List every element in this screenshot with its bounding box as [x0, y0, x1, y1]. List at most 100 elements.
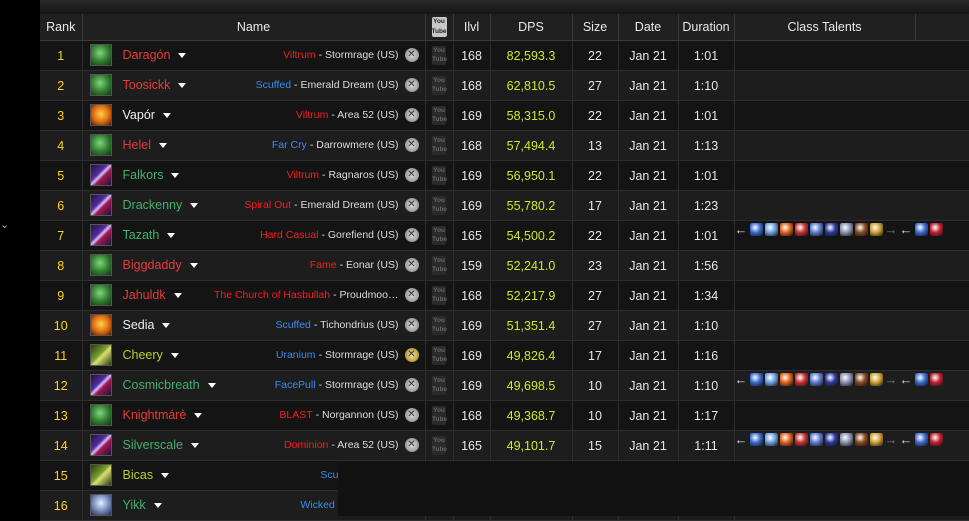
close-icon[interactable]: ✕ — [404, 378, 419, 392]
frost-ring-talent-icon[interactable] — [764, 432, 778, 446]
table-row[interactable]: 1 Daragón Viltrum Stormrage (US) ✕ You Tub… — [40, 40, 969, 71]
player-name[interactable]: Daragón — [123, 48, 187, 62]
class-spec-icon[interactable] — [89, 494, 112, 516]
arrow-right-grey-icon[interactable]: → — [885, 222, 898, 237]
blue-orb-talent-icon[interactable] — [749, 222, 763, 236]
chevron-down-icon[interactable] — [178, 83, 187, 89]
fire-burst-talent-icon[interactable] — [779, 432, 793, 446]
youtube-cell[interactable]: You Tube — [425, 160, 454, 191]
arrow-right-grey-icon[interactable]: → — [885, 372, 898, 387]
player-name-text[interactable]: Jahuldk — [123, 288, 166, 302]
dps-header[interactable]: DPS — [490, 14, 573, 41]
player-name-text[interactable]: Drackenny — [123, 198, 183, 212]
youtube-icon[interactable]: You Tube — [432, 46, 447, 65]
chevron-down-icon[interactable] — [189, 263, 198, 269]
table-row[interactable]: 13 Knightmárè BLAST Norgannon (US) ✕ You T… — [40, 400, 969, 431]
arcane-orb-talent-icon[interactable] — [809, 372, 823, 386]
youtube-icon[interactable]: You Tube — [432, 436, 447, 455]
guild-name[interactable]: Spiral Out — [244, 199, 291, 211]
player-name[interactable]: Cosmicbreath — [123, 378, 216, 392]
player-name-text[interactable]: Knightmárè — [123, 408, 187, 422]
red-orb-talent-icon[interactable] — [929, 222, 943, 236]
class-spec-icon[interactable] — [89, 284, 112, 306]
close-icon[interactable]: ✕ — [404, 408, 419, 422]
class-spec-icon[interactable] — [89, 464, 112, 486]
close-icon[interactable]: ✕ — [404, 48, 419, 62]
close-icon[interactable]: ✕ — [404, 318, 419, 332]
player-name-text[interactable]: Tazath — [123, 228, 160, 242]
youtube-icon[interactable]: You Tube — [432, 106, 447, 125]
youtube-icon[interactable]: You Tube — [432, 406, 447, 425]
table-row[interactable]: 11 Cheery UraniumStormrage (US) ✕ You Tub… — [40, 340, 969, 371]
player-name-text[interactable]: Cosmicbreath — [123, 378, 200, 392]
close-icon[interactable]: ✕ — [404, 168, 419, 182]
youtube-icon[interactable]: You Tube — [432, 166, 447, 185]
cog-orb-talent-icon[interactable] — [839, 222, 853, 236]
name-header[interactable]: Name — [82, 14, 426, 41]
youtube-icon[interactable]: You Tube — [432, 226, 447, 245]
class-spec-icon[interactable] — [89, 134, 112, 156]
player-name[interactable]: Vapór — [123, 108, 171, 122]
close-icon[interactable]: ✕ — [404, 288, 419, 302]
arrow-left-icon[interactable]: ← — [900, 372, 913, 387]
player-name-text[interactable]: Sedia — [123, 318, 155, 332]
guild-name[interactable]: Viltrum — [283, 49, 315, 61]
arrow-right-grey-icon[interactable]: → — [885, 432, 898, 447]
player-name[interactable]: Toosickk — [123, 78, 187, 92]
youtube-cell[interactable]: You Tube — [425, 400, 454, 431]
brown-rune-talent-icon[interactable] — [854, 432, 868, 446]
player-name[interactable]: Jahuldk — [123, 288, 182, 302]
guild-name[interactable]: Scuffed — [275, 319, 310, 331]
chevron-down-icon[interactable] — [194, 413, 203, 419]
brown-rune-talent-icon[interactable] — [854, 372, 868, 386]
class-spec-icon[interactable] — [89, 434, 112, 456]
table-row[interactable]: 10 Sedia Scuffed Tichondrius (US) ✕ You Tu… — [40, 310, 969, 341]
class-spec-icon[interactable] — [89, 164, 112, 186]
cog-orb-talent-icon[interactable] — [839, 432, 853, 446]
close-icon[interactable]: ✕ — [404, 438, 419, 452]
player-name-text[interactable]: Toosickk — [123, 78, 171, 92]
ilvl-header[interactable]: Ilvl — [453, 14, 491, 41]
arrow-left-icon[interactable]: ← — [900, 222, 913, 237]
gold-chain-talent-icon[interactable] — [869, 222, 883, 236]
blue-orb-talent-icon[interactable] — [914, 432, 928, 446]
arrow-left-icon[interactable]: ← — [735, 432, 748, 447]
youtube-cell[interactable]: You Tube — [425, 250, 454, 281]
close-icon[interactable]: ✕ — [404, 108, 419, 122]
youtube-cell[interactable]: You Tube — [425, 70, 454, 101]
guild-name[interactable]: Viltrum — [296, 109, 328, 121]
arcane-orb-talent-icon[interactable] — [809, 222, 823, 236]
youtube-cell[interactable]: You Tube — [425, 40, 454, 71]
close-icon[interactable]: ✕ — [404, 198, 419, 212]
chevron-down-icon[interactable] — [162, 323, 171, 329]
guild-name[interactable]: Fame — [310, 259, 337, 271]
red-swirl-talent-icon[interactable] — [794, 372, 808, 386]
blue-dark-orb-talent-icon[interactable] — [824, 222, 838, 236]
player-name-text[interactable]: Yikk — [123, 498, 146, 512]
youtube-icon[interactable]: You Tube — [432, 136, 447, 155]
youtube-icon[interactable]: You Tube — [432, 376, 447, 395]
arrow-left-icon[interactable]: ← — [735, 222, 748, 237]
red-swirl-talent-icon[interactable] — [794, 432, 808, 446]
date-header[interactable]: Date — [618, 14, 679, 41]
youtube-cell[interactable]: You Tube — [425, 430, 454, 461]
class-spec-icon[interactable] — [89, 374, 112, 396]
fire-burst-talent-icon[interactable] — [779, 222, 793, 236]
youtube-icon[interactable]: You Tube — [432, 316, 447, 335]
red-orb-talent-icon[interactable] — [929, 372, 943, 386]
close-icon[interactable]: ✕ — [404, 138, 419, 152]
youtube-cell[interactable]: You Tube — [425, 310, 454, 341]
table-row[interactable]: 12 Cosmicbreath FacePullStormrage (US) ✕… — [40, 370, 969, 401]
guild-name[interactable]: FacePull — [275, 379, 316, 391]
youtube-icon[interactable]: You Tube — [432, 76, 447, 95]
class-spec-icon[interactable] — [89, 224, 112, 246]
youtube-cell[interactable]: You Tube — [425, 220, 454, 251]
youtube-icon[interactable]: You Tube — [432, 346, 447, 365]
guild-name[interactable]: Hard Casual — [260, 229, 318, 241]
guild-name[interactable]: Viltrum — [287, 169, 319, 181]
guild-name[interactable]: Far Cry — [272, 139, 307, 151]
fire-burst-talent-icon[interactable] — [779, 372, 793, 386]
youtube-cell[interactable]: You Tube — [425, 340, 454, 371]
youtube-cell[interactable]: You Tube — [425, 280, 454, 311]
rank-header[interactable]: Rank — [40, 14, 83, 41]
